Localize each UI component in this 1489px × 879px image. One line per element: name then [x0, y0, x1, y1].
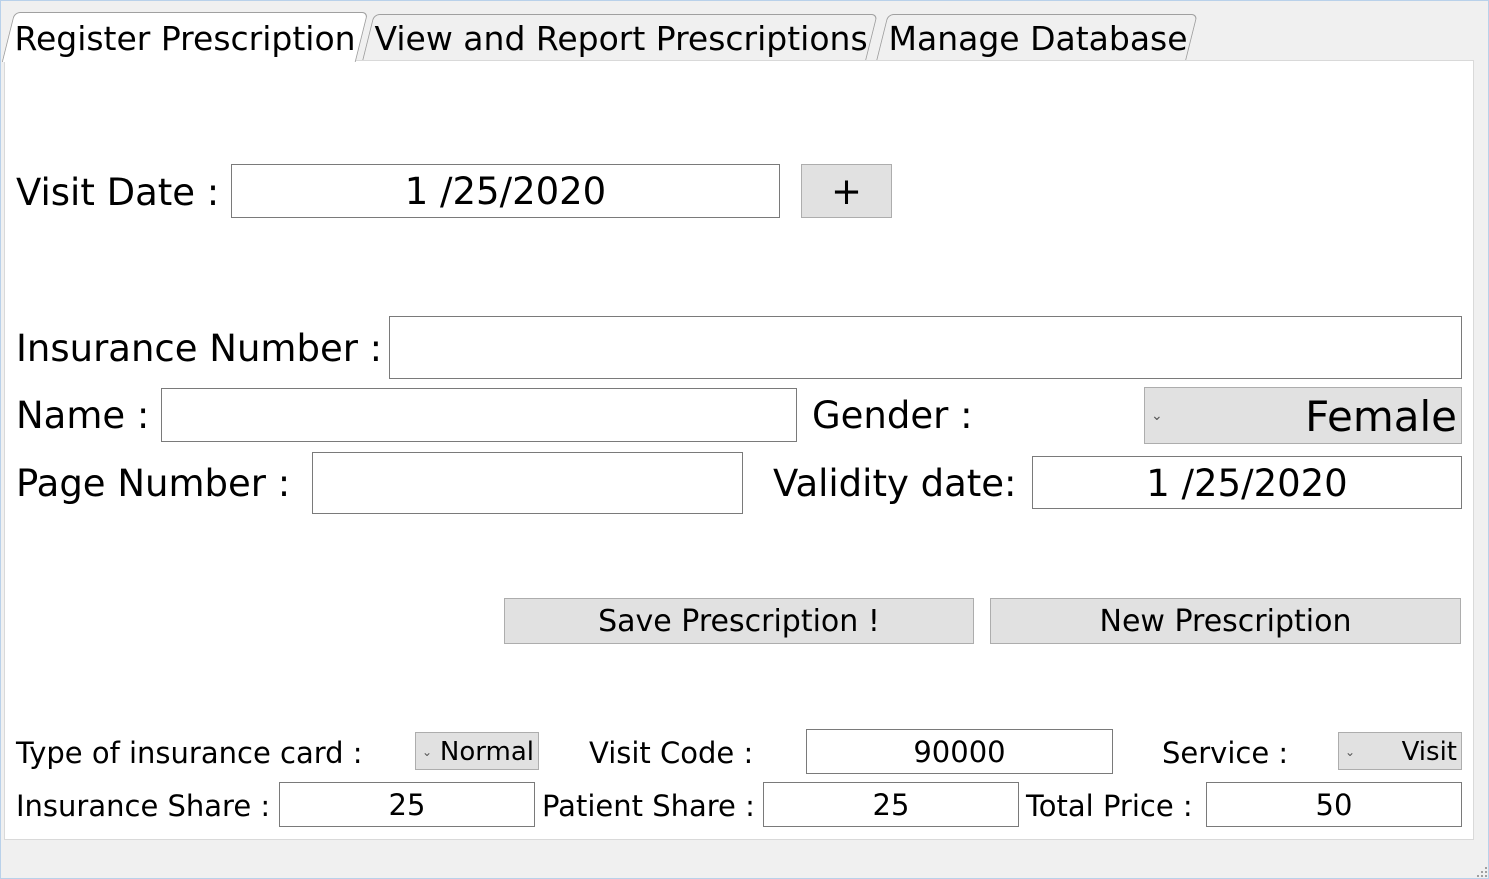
gender-dropdown[interactable]: ⌄ Female: [1144, 387, 1462, 444]
tab-label: View and Report Prescriptions: [374, 19, 868, 58]
total-price-label: Total Price :: [1026, 789, 1193, 823]
new-prescription-button[interactable]: New Prescription: [990, 598, 1461, 644]
save-prescription-button[interactable]: Save Prescription !: [504, 598, 974, 644]
insurance-share-label: Insurance Share :: [16, 789, 271, 823]
page-number-field[interactable]: [312, 452, 743, 514]
tab-label: Register Prescription: [14, 19, 356, 58]
chevron-down-icon: ⌄: [1151, 408, 1163, 424]
gender-label: Gender :: [812, 394, 973, 437]
insurance-share-field[interactable]: 25: [279, 782, 535, 827]
visit-code-field[interactable]: 90000: [806, 729, 1113, 774]
service-selected-value: Visit: [1401, 737, 1457, 767]
visit-code-label: Visit Code :: [589, 736, 754, 770]
tab-view-and-report-prescriptions[interactable]: View and Report Prescriptions: [362, 14, 878, 60]
insurance-number-label: Insurance Number :: [16, 327, 383, 370]
chevron-down-icon: ⌄: [1345, 745, 1356, 759]
insurance-number-field[interactable]: [389, 316, 1462, 379]
patient-share-label: Patient Share :: [542, 789, 755, 823]
add-visit-date-button[interactable]: +: [801, 164, 892, 218]
name-label: Name :: [16, 394, 150, 437]
service-label: Service :: [1162, 736, 1289, 770]
chevron-down-icon: ⌄: [422, 745, 433, 759]
visit-date-label: Visit Date :: [16, 171, 220, 214]
tab-bar: Register Prescription View and Report Pr…: [0, 0, 1489, 62]
service-dropdown[interactable]: ⌄ Visit: [1338, 732, 1462, 770]
total-price-field[interactable]: 50: [1206, 782, 1462, 827]
card-type-label: Type of insurance card :: [16, 736, 363, 770]
tab-register-prescription[interactable]: Register Prescription: [1, 12, 369, 62]
tab-label: Manage Database: [888, 19, 1188, 58]
validity-date-label: Validity date:: [773, 462, 1017, 505]
card-type-selected-value: Normal: [439, 737, 534, 767]
name-field[interactable]: [161, 388, 797, 442]
gender-selected-value: Female: [1305, 392, 1457, 441]
tab-manage-database[interactable]: Manage Database: [876, 14, 1198, 60]
visit-date-field[interactable]: 1 /25/2020: [231, 164, 780, 218]
resize-grip-icon[interactable]: [1475, 865, 1487, 877]
validity-date-field[interactable]: 1 /25/2020: [1032, 456, 1462, 509]
patient-share-field[interactable]: 25: [763, 782, 1019, 827]
page-number-label: Page Number :: [16, 462, 291, 505]
card-type-dropdown[interactable]: ⌄ Normal: [415, 732, 539, 770]
